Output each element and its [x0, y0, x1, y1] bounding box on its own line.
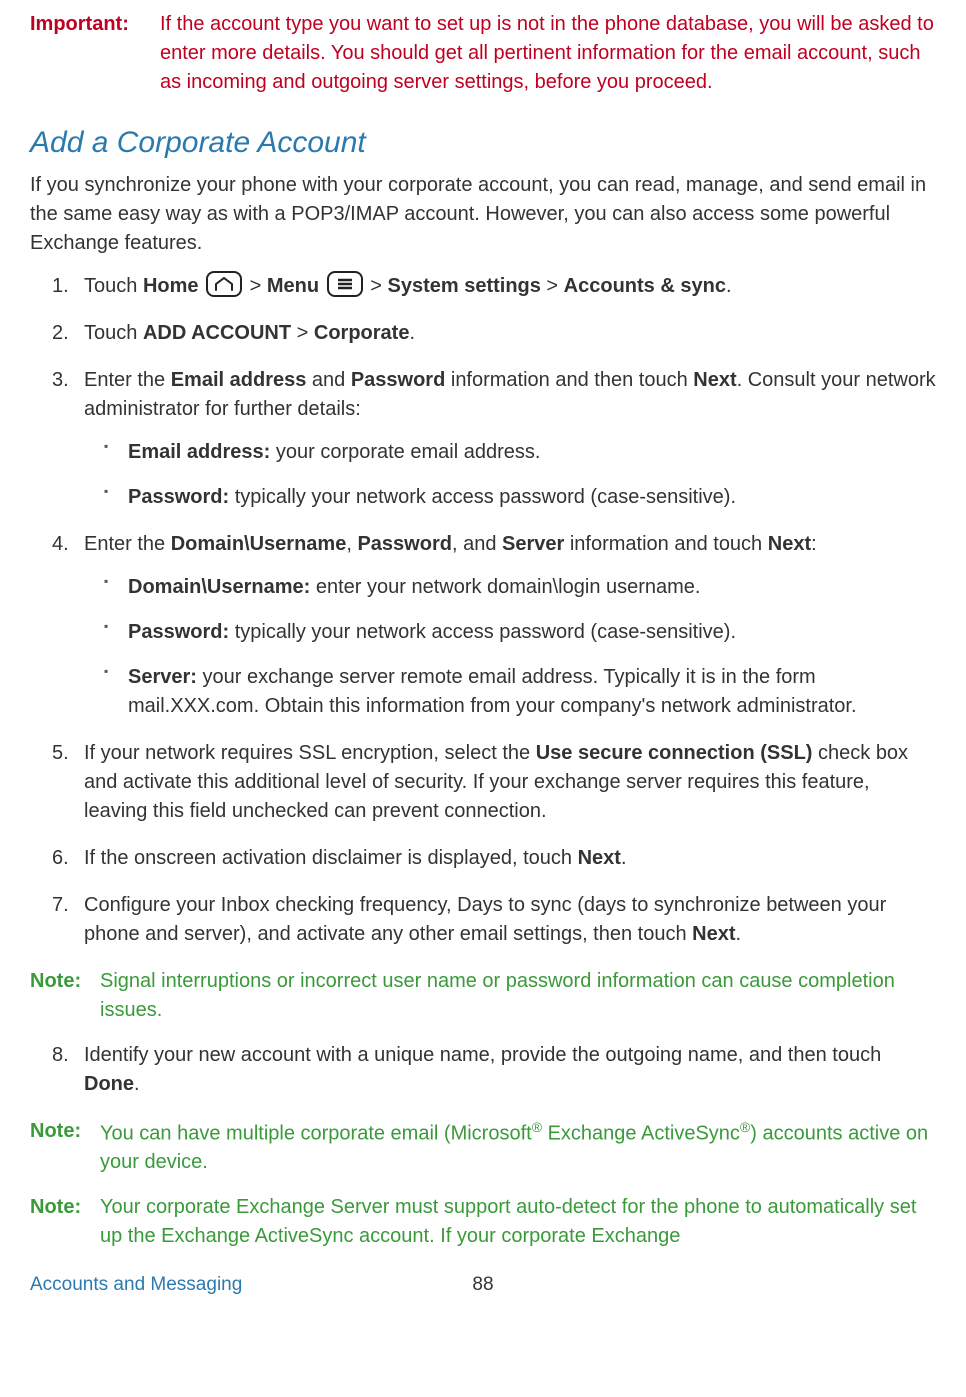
- step6-next: Next: [578, 847, 621, 869]
- note2-text: You can have multiple corporate email (M…: [100, 1117, 936, 1178]
- step-6: If the onscreen activation disclaimer is…: [30, 844, 936, 873]
- step4-b: information and touch: [564, 533, 767, 555]
- step4-c1: ,: [346, 533, 357, 555]
- step-5: If your network requires SSL encryption,…: [30, 739, 936, 826]
- step4-sub-du: Domain\Username: enter your network doma…: [84, 573, 936, 602]
- step3-sub-pwd-lbl: Password:: [128, 486, 229, 508]
- step-4: Enter the Domain\Username, Password, and…: [30, 530, 936, 721]
- step-7: Configure your Inbox checking frequency,…: [30, 891, 936, 949]
- step6-a: If the onscreen activation disclaimer is…: [84, 847, 578, 869]
- step4-sub-pwd: Password: typically your network access …: [84, 618, 936, 647]
- note2-a: You can have multiple corporate email (M…: [100, 1122, 532, 1144]
- step3-sub-email-txt: your corporate email address.: [270, 441, 540, 463]
- step4-sub-du-lbl: Domain\Username:: [128, 576, 310, 598]
- step8-b: .: [134, 1073, 140, 1095]
- page-footer: Accounts and Messaging 88: [30, 1271, 936, 1299]
- note2-r1: ®: [532, 1119, 542, 1135]
- footer-section: Accounts and Messaging: [30, 1271, 242, 1299]
- step5-ssl: Use secure connection (SSL): [536, 742, 813, 764]
- step4-a: Enter the: [84, 533, 171, 555]
- note-2: Note: You can have multiple corporate em…: [30, 1117, 936, 1178]
- step4-sub-srv: Server: your exchange server remote emai…: [84, 663, 936, 721]
- step-1: Touch Home > Menu > System settings > Ac…: [30, 272, 936, 301]
- important-text: If the account type you want to set up i…: [160, 10, 936, 97]
- important-label: Important:: [30, 10, 160, 97]
- steps-list-cont: Identify your new account with a unique …: [30, 1041, 936, 1099]
- step1-menu: Menu: [267, 275, 319, 297]
- important-callout: Important: If the account type you want …: [30, 10, 936, 97]
- step4-next: Next: [768, 533, 811, 555]
- step8-a: Identify your new account with a unique …: [84, 1044, 881, 1066]
- step1-end: .: [726, 275, 732, 297]
- steps-list: Touch Home > Menu > System settings > Ac…: [30, 272, 936, 949]
- step2-touch: Touch: [84, 322, 143, 344]
- note2-b: Exchange ActiveSync: [542, 1122, 740, 1144]
- step7-b: .: [736, 923, 742, 945]
- menu-icon: [327, 271, 363, 297]
- note-1: Note: Signal interruptions or incorrect …: [30, 967, 936, 1025]
- step-8: Identify your new account with a unique …: [30, 1041, 936, 1099]
- note1-label: Note:: [30, 967, 100, 1025]
- step3-b: information and then touch: [445, 369, 693, 391]
- step3-sub-pwd: Password: typically your network access …: [84, 483, 936, 512]
- note3-text: Your corporate Exchange Server must supp…: [100, 1193, 936, 1251]
- step1-touch: Touch: [84, 275, 143, 297]
- step4-sub-du-txt: enter your network domain\login username…: [310, 576, 700, 598]
- step2-add: ADD ACCOUNT: [143, 322, 291, 344]
- step6-b: .: [621, 847, 627, 869]
- step-3: Enter the Email address and Password inf…: [30, 366, 936, 512]
- intro-paragraph: If you synchronize your phone with your …: [30, 171, 936, 258]
- step3-email: Email address: [171, 369, 307, 391]
- note-3: Note: Your corporate Exchange Server mus…: [30, 1193, 936, 1251]
- step3-sub-email-lbl: Email address:: [128, 441, 270, 463]
- step4-sub-srv-txt: your exchange server remote email addres…: [128, 666, 857, 717]
- step-2: Touch ADD ACCOUNT > Corporate.: [30, 319, 936, 348]
- step4-server: Server: [502, 533, 564, 555]
- step3-next: Next: [693, 369, 736, 391]
- step3-sub-pwd-txt: typically your network access password (…: [229, 486, 736, 508]
- note3-label: Note:: [30, 1193, 100, 1251]
- step3-sublist: Email address: your corporate email addr…: [84, 438, 936, 512]
- step3-and: and: [306, 369, 350, 391]
- step1-sys: System settings: [387, 275, 540, 297]
- step4-sub-pwd-lbl: Password:: [128, 621, 229, 643]
- note2-r2: ®: [740, 1119, 750, 1135]
- step3-pwd: Password: [351, 369, 445, 391]
- step2-corp: Corporate: [314, 322, 410, 344]
- footer-page-number: 88: [472, 1271, 493, 1299]
- step2-gt: >: [291, 322, 314, 344]
- home-icon: [206, 271, 242, 297]
- step4-c2: , and: [452, 533, 502, 555]
- note1-text: Signal interruptions or incorrect user n…: [100, 967, 936, 1025]
- step8-done: Done: [84, 1073, 134, 1095]
- step7-next: Next: [692, 923, 735, 945]
- note2-label: Note:: [30, 1117, 100, 1178]
- step3-sub-email: Email address: your corporate email addr…: [84, 438, 936, 467]
- step1-gt1: >: [250, 275, 267, 297]
- step4-sub-pwd-txt: typically your network access password (…: [229, 621, 736, 643]
- step4-domuser: Domain\Username: [171, 533, 347, 555]
- step1-acct: Accounts & sync: [564, 275, 726, 297]
- step4-end: :: [811, 533, 817, 555]
- step1-home: Home: [143, 275, 199, 297]
- step4-sublist: Domain\Username: enter your network doma…: [84, 573, 936, 721]
- step5-a: If your network requires SSL encryption,…: [84, 742, 536, 764]
- step1-gt3: >: [541, 275, 564, 297]
- step2-end: .: [409, 322, 415, 344]
- section-heading: Add a Corporate Account: [30, 121, 936, 165]
- step1-gt2: >: [370, 275, 387, 297]
- step4-pwd: Password: [357, 533, 451, 555]
- step4-sub-srv-lbl: Server:: [128, 666, 197, 688]
- step7-a: Configure your Inbox checking frequency,…: [84, 894, 886, 945]
- step3-a: Enter the: [84, 369, 171, 391]
